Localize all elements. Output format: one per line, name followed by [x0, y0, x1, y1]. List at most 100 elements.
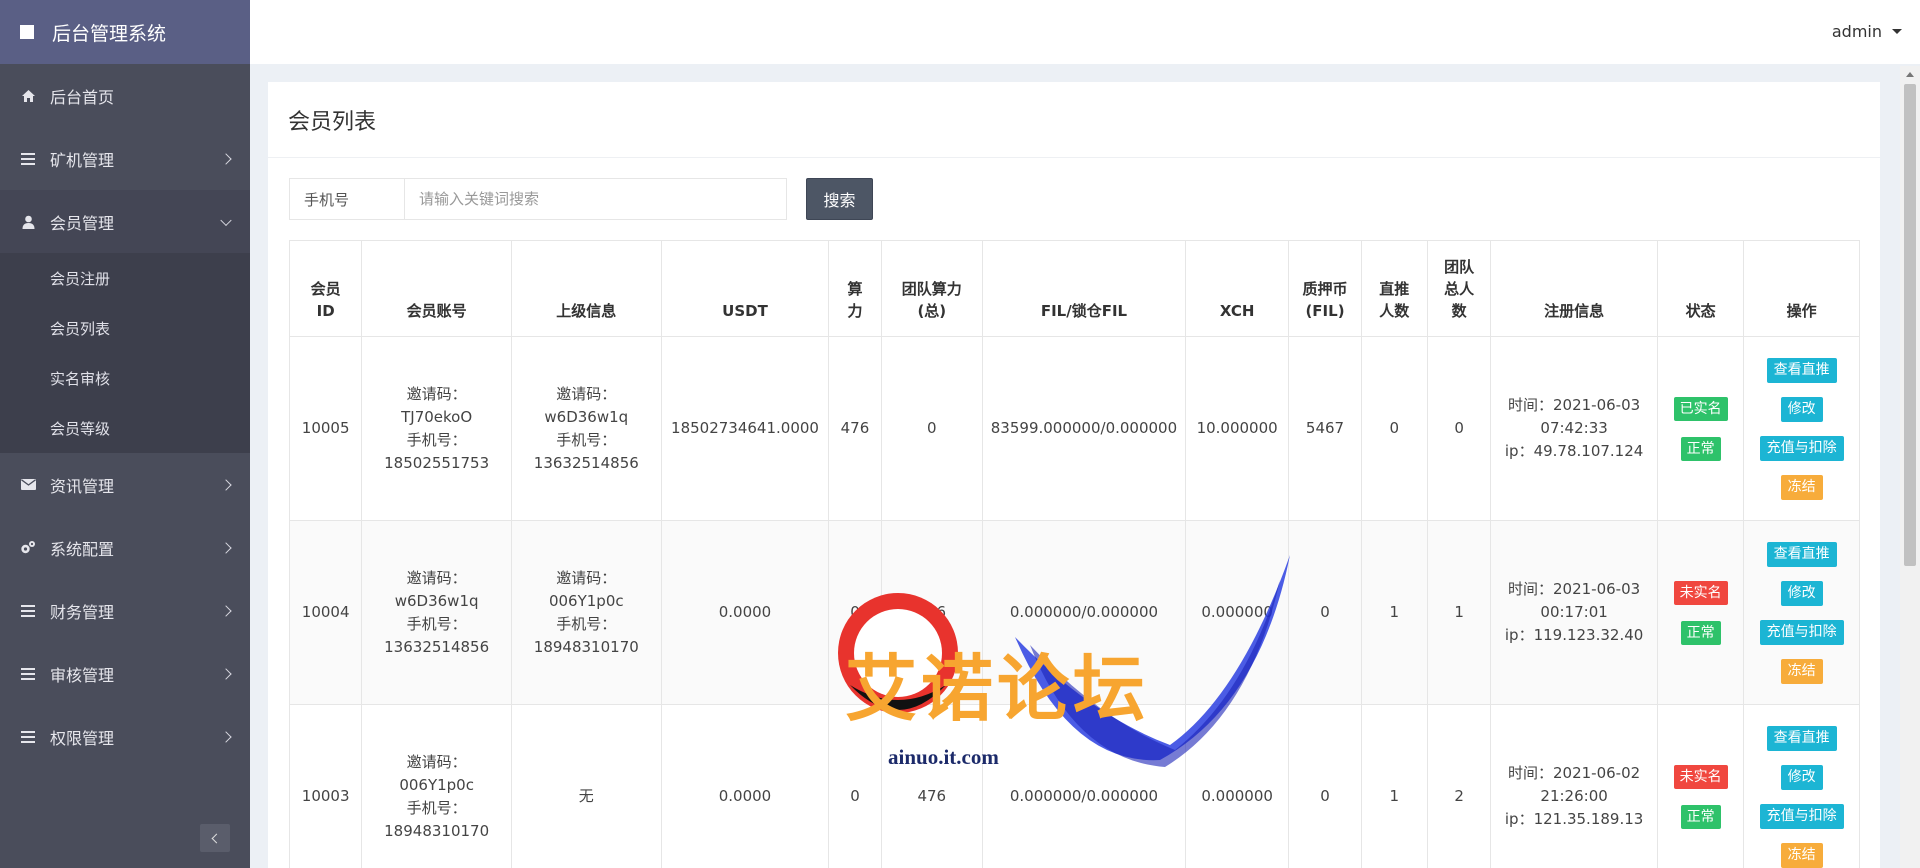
- cell-parent-line: 006Y1p0c: [548, 591, 624, 610]
- state-badge: 正常: [1680, 804, 1721, 829]
- freeze-button[interactable]: 冻结: [1780, 658, 1823, 684]
- cell-account-line: 18502551753: [384, 453, 490, 472]
- col-header: 团队算力(总): [880, 240, 984, 337]
- topbar: admin: [250, 0, 1920, 64]
- cell-actions: 查看直推修改充值与扣除冻结: [1743, 520, 1860, 705]
- col-header: 算力: [828, 240, 882, 337]
- sidebar-item-label: 权限管理: [50, 728, 115, 748]
- actions-stack: 查看直推修改充值与扣除冻结: [1744, 535, 1859, 691]
- sidebar-item-label: 后台首页: [50, 87, 115, 107]
- freeze-button[interactable]: 冻结: [1780, 474, 1823, 500]
- chevron-left-icon: [211, 833, 222, 843]
- cell-usdt: 0.0000: [660, 520, 830, 705]
- sidebar-item-label: 系统配置: [50, 539, 115, 559]
- sidebar-item-home[interactable]: 后台首页: [0, 64, 250, 127]
- brand[interactable]: 后台管理系统: [0, 0, 250, 64]
- sidebar-subitem-register[interactable]: 会员注册: [0, 253, 250, 303]
- col-header: 状态: [1656, 240, 1745, 337]
- member-table: 会员ID 会员账号 上级信息 USDT 算力 团队算力(总) FIL/锁仓FIL…: [288, 240, 1860, 868]
- sidebar-item-members[interactable]: 会员管理: [0, 190, 250, 253]
- col-header: 会员ID: [288, 240, 363, 337]
- logo-icon: [20, 25, 34, 39]
- cell-team-total: 2: [1426, 704, 1492, 868]
- freeze-button[interactable]: 冻结: [1780, 842, 1823, 868]
- cell-actions: 查看直推修改充值与扣除冻结: [1743, 336, 1860, 521]
- cell-pledge: 0: [1288, 704, 1362, 868]
- cell-register-info-line: 21:26:00: [1540, 787, 1608, 805]
- cell-parent: 无: [510, 704, 662, 868]
- cell-account-line: 手机号：: [406, 798, 467, 817]
- sidebar-subitem-list[interactable]: 会员列表: [0, 303, 250, 353]
- cell-register-info: 时间：2021-06-02 21:26:00 ip：121.35.189.13: [1490, 704, 1658, 868]
- sidebar-item-audit[interactable]: 审核管理: [0, 642, 250, 705]
- cell-account-line: 13632514856: [384, 637, 490, 656]
- col-header: FIL/锁仓FIL: [982, 240, 1186, 337]
- sidebar-item-label: 财务管理: [50, 602, 115, 622]
- user-menu[interactable]: admin: [1832, 22, 1902, 41]
- recharge-deduct-button[interactable]: 充值与扣除: [1759, 619, 1844, 645]
- search-field-label[interactable]: 手机号: [289, 178, 404, 220]
- page-title: 会员列表: [268, 82, 1880, 158]
- sidebar-item-config[interactable]: 系统配置: [0, 516, 250, 579]
- cell-parent-line: 邀请码：: [556, 568, 617, 587]
- sidebar-item-news[interactable]: 资讯管理: [0, 453, 250, 516]
- view-direct-button[interactable]: 查看直推: [1766, 541, 1837, 567]
- cell-parent-line: 邀请码：: [556, 384, 617, 403]
- submenu-members: 会员注册 会员列表 实名审核 会员等级: [0, 253, 250, 453]
- cell-account-line: 006Y1p0c: [399, 775, 474, 794]
- cell-status: 已实名 正常: [1656, 336, 1745, 521]
- cell-account-line: w6D36w1q: [394, 591, 479, 610]
- recharge-deduct-button[interactable]: 充值与扣除: [1759, 803, 1844, 829]
- cell-account: 邀请码： w6D36w1q 手机号： 13632514856: [361, 520, 512, 705]
- cell-register-info-line: ip：121.35.189.13: [1504, 810, 1644, 828]
- cell-register-info-line: ip：49.78.107.124: [1504, 442, 1644, 460]
- scroll-up-icon[interactable]: [1906, 72, 1914, 77]
- search-input[interactable]: [404, 178, 787, 220]
- sidebar-item-finance[interactable]: 财务管理: [0, 579, 250, 642]
- sidebar-collapse-button[interactable]: [200, 824, 230, 852]
- chevron-right-icon: [220, 667, 232, 680]
- cell-team-total: 0: [1426, 336, 1492, 521]
- edit-button[interactable]: 修改: [1780, 396, 1823, 422]
- sidebar-subitem-level[interactable]: 会员等级: [0, 403, 250, 453]
- cell-account-line: TJ70ekoO: [401, 407, 473, 426]
- cell-xch: 0.000000: [1184, 520, 1290, 705]
- list-icon: [20, 666, 36, 682]
- actions-stack: 查看直推修改充值与扣除冻结: [1744, 351, 1859, 507]
- cell-status: 未实名 正常: [1656, 520, 1745, 705]
- verify-badge: 未实名: [1673, 764, 1728, 789]
- col-header: 团队总人数: [1426, 240, 1492, 337]
- cell-fil: 83599.000000/0.000000: [982, 336, 1186, 521]
- recharge-deduct-button[interactable]: 充值与扣除: [1759, 435, 1844, 461]
- cell-account-line: 邀请码：: [406, 568, 467, 587]
- watermark-subtext: ainuo.it.com: [888, 745, 999, 769]
- scrollbar-thumb[interactable]: [1904, 84, 1916, 566]
- watermark-text: 艾诺论坛: [845, 650, 1150, 730]
- sidebar-item-permission[interactable]: 权限管理: [0, 705, 250, 768]
- col-header: USDT: [660, 240, 830, 337]
- chevron-down-icon: [220, 214, 232, 226]
- cell-parent-line: 手机号：: [556, 430, 617, 449]
- cell-parent-line: 18948310170: [533, 637, 639, 656]
- cell-parent: 邀请码： w6D36w1q 手机号： 13632514856: [510, 336, 662, 521]
- cell-member-id: 10003: [288, 704, 363, 868]
- cell-account-line: 18948310170: [384, 821, 490, 840]
- cell-team-total: 1: [1426, 520, 1492, 705]
- sidebar-item-miner[interactable]: 矿机管理: [0, 127, 250, 190]
- col-header: 注册信息: [1490, 240, 1658, 337]
- col-header: 操作: [1743, 240, 1860, 337]
- page-scrollbar[interactable]: [1900, 66, 1920, 868]
- actions-stack: 查看直推修改充值与扣除冻结: [1744, 719, 1859, 868]
- view-direct-button[interactable]: 查看直推: [1766, 725, 1837, 751]
- cell-parent-line: w6D36w1q: [544, 407, 629, 426]
- gears-icon: [20, 540, 36, 556]
- sidebar-subitem-verify[interactable]: 实名审核: [0, 353, 250, 403]
- search-button[interactable]: 搜索: [806, 178, 873, 220]
- view-direct-button[interactable]: 查看直推: [1766, 357, 1837, 383]
- chevron-right-icon: [220, 478, 232, 491]
- caret-down-icon: [1892, 29, 1902, 34]
- edit-button[interactable]: 修改: [1780, 580, 1823, 606]
- edit-button[interactable]: 修改: [1780, 764, 1823, 790]
- sidebar-item-label: 会员管理: [50, 213, 115, 233]
- search-bar: 手机号 搜索: [289, 178, 873, 220]
